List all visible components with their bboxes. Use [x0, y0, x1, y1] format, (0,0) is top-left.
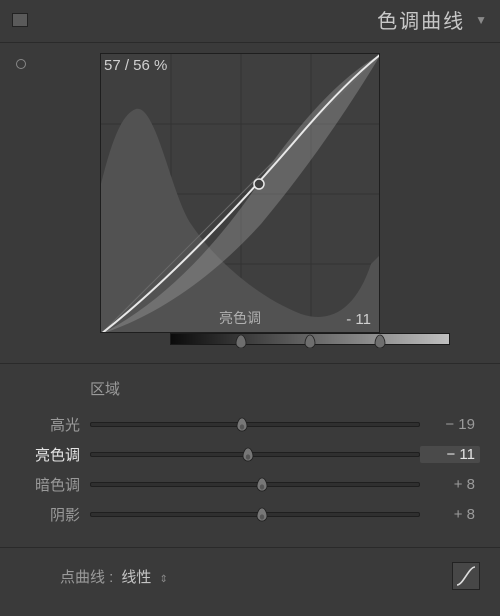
slider-value[interactable]: − 19	[420, 416, 480, 433]
point-curve-button[interactable]	[452, 562, 480, 590]
slider-row-0: 高光 − 19	[20, 409, 480, 439]
slider-track[interactable]	[90, 482, 420, 487]
curve-section: 57 / 56 %	[0, 43, 500, 364]
point-curve-select[interactable]: 线性 ⇕	[121, 566, 168, 587]
tone-curve-panel: 色调曲线 ▼ 57 / 56 %	[0, 0, 500, 616]
curve-region-value: - 11	[346, 311, 371, 328]
slider-label: 暗色调	[20, 474, 80, 495]
slider-track[interactable]	[90, 422, 420, 427]
curve-readout: 57 / 56 %	[104, 57, 167, 74]
slider-value[interactable]: + 8	[420, 506, 480, 523]
slider-value[interactable]: − 11	[420, 446, 480, 463]
panel-header[interactable]: 色调曲线 ▼	[0, 0, 500, 43]
panel-title: 色调曲线	[377, 5, 465, 34]
slider-label: 阴影	[20, 504, 80, 525]
slider-thumb[interactable]	[235, 417, 249, 433]
slider-thumb[interactable]	[255, 477, 269, 493]
split-handle-0[interactable]	[234, 334, 248, 348]
curve-split-strip[interactable]	[170, 333, 450, 345]
slider-row-2: 暗色调 + 8	[20, 469, 480, 499]
collapse-icon[interactable]: ▼	[475, 13, 487, 27]
point-curve-label: 点曲线 :	[60, 566, 113, 587]
slider-track[interactable]	[90, 512, 420, 517]
slider-label: 亮色调	[20, 444, 80, 465]
slider-row-1: 亮色调 − 11	[20, 439, 480, 469]
curve-region-label: 亮色调	[219, 308, 261, 328]
point-curve-selected: 线性	[121, 569, 151, 586]
slider-label: 高光	[20, 414, 80, 435]
slider-row-3: 阴影 + 8	[20, 499, 480, 529]
split-handle-2[interactable]	[373, 334, 387, 348]
split-handle-1[interactable]	[303, 334, 317, 348]
updown-icon: ⇕	[160, 574, 168, 585]
curve-icon	[455, 565, 477, 587]
region-sliders-section: 区域 高光 − 19 亮色调 − 11 暗色调 + 8 阴影 + 8	[0, 364, 500, 548]
targeted-adjustment-radio[interactable]	[16, 59, 26, 69]
slider-track[interactable]	[90, 452, 420, 457]
tone-curve-editor[interactable]: 亮色调 - 11	[100, 53, 380, 333]
slider-thumb[interactable]	[241, 447, 255, 463]
slider-value[interactable]: + 8	[420, 476, 480, 493]
region-section-label: 区域	[90, 378, 480, 399]
slider-thumb[interactable]	[255, 507, 269, 523]
footer: 点曲线 : 线性 ⇕	[0, 548, 500, 604]
panel-toggle-switch[interactable]	[12, 13, 28, 27]
